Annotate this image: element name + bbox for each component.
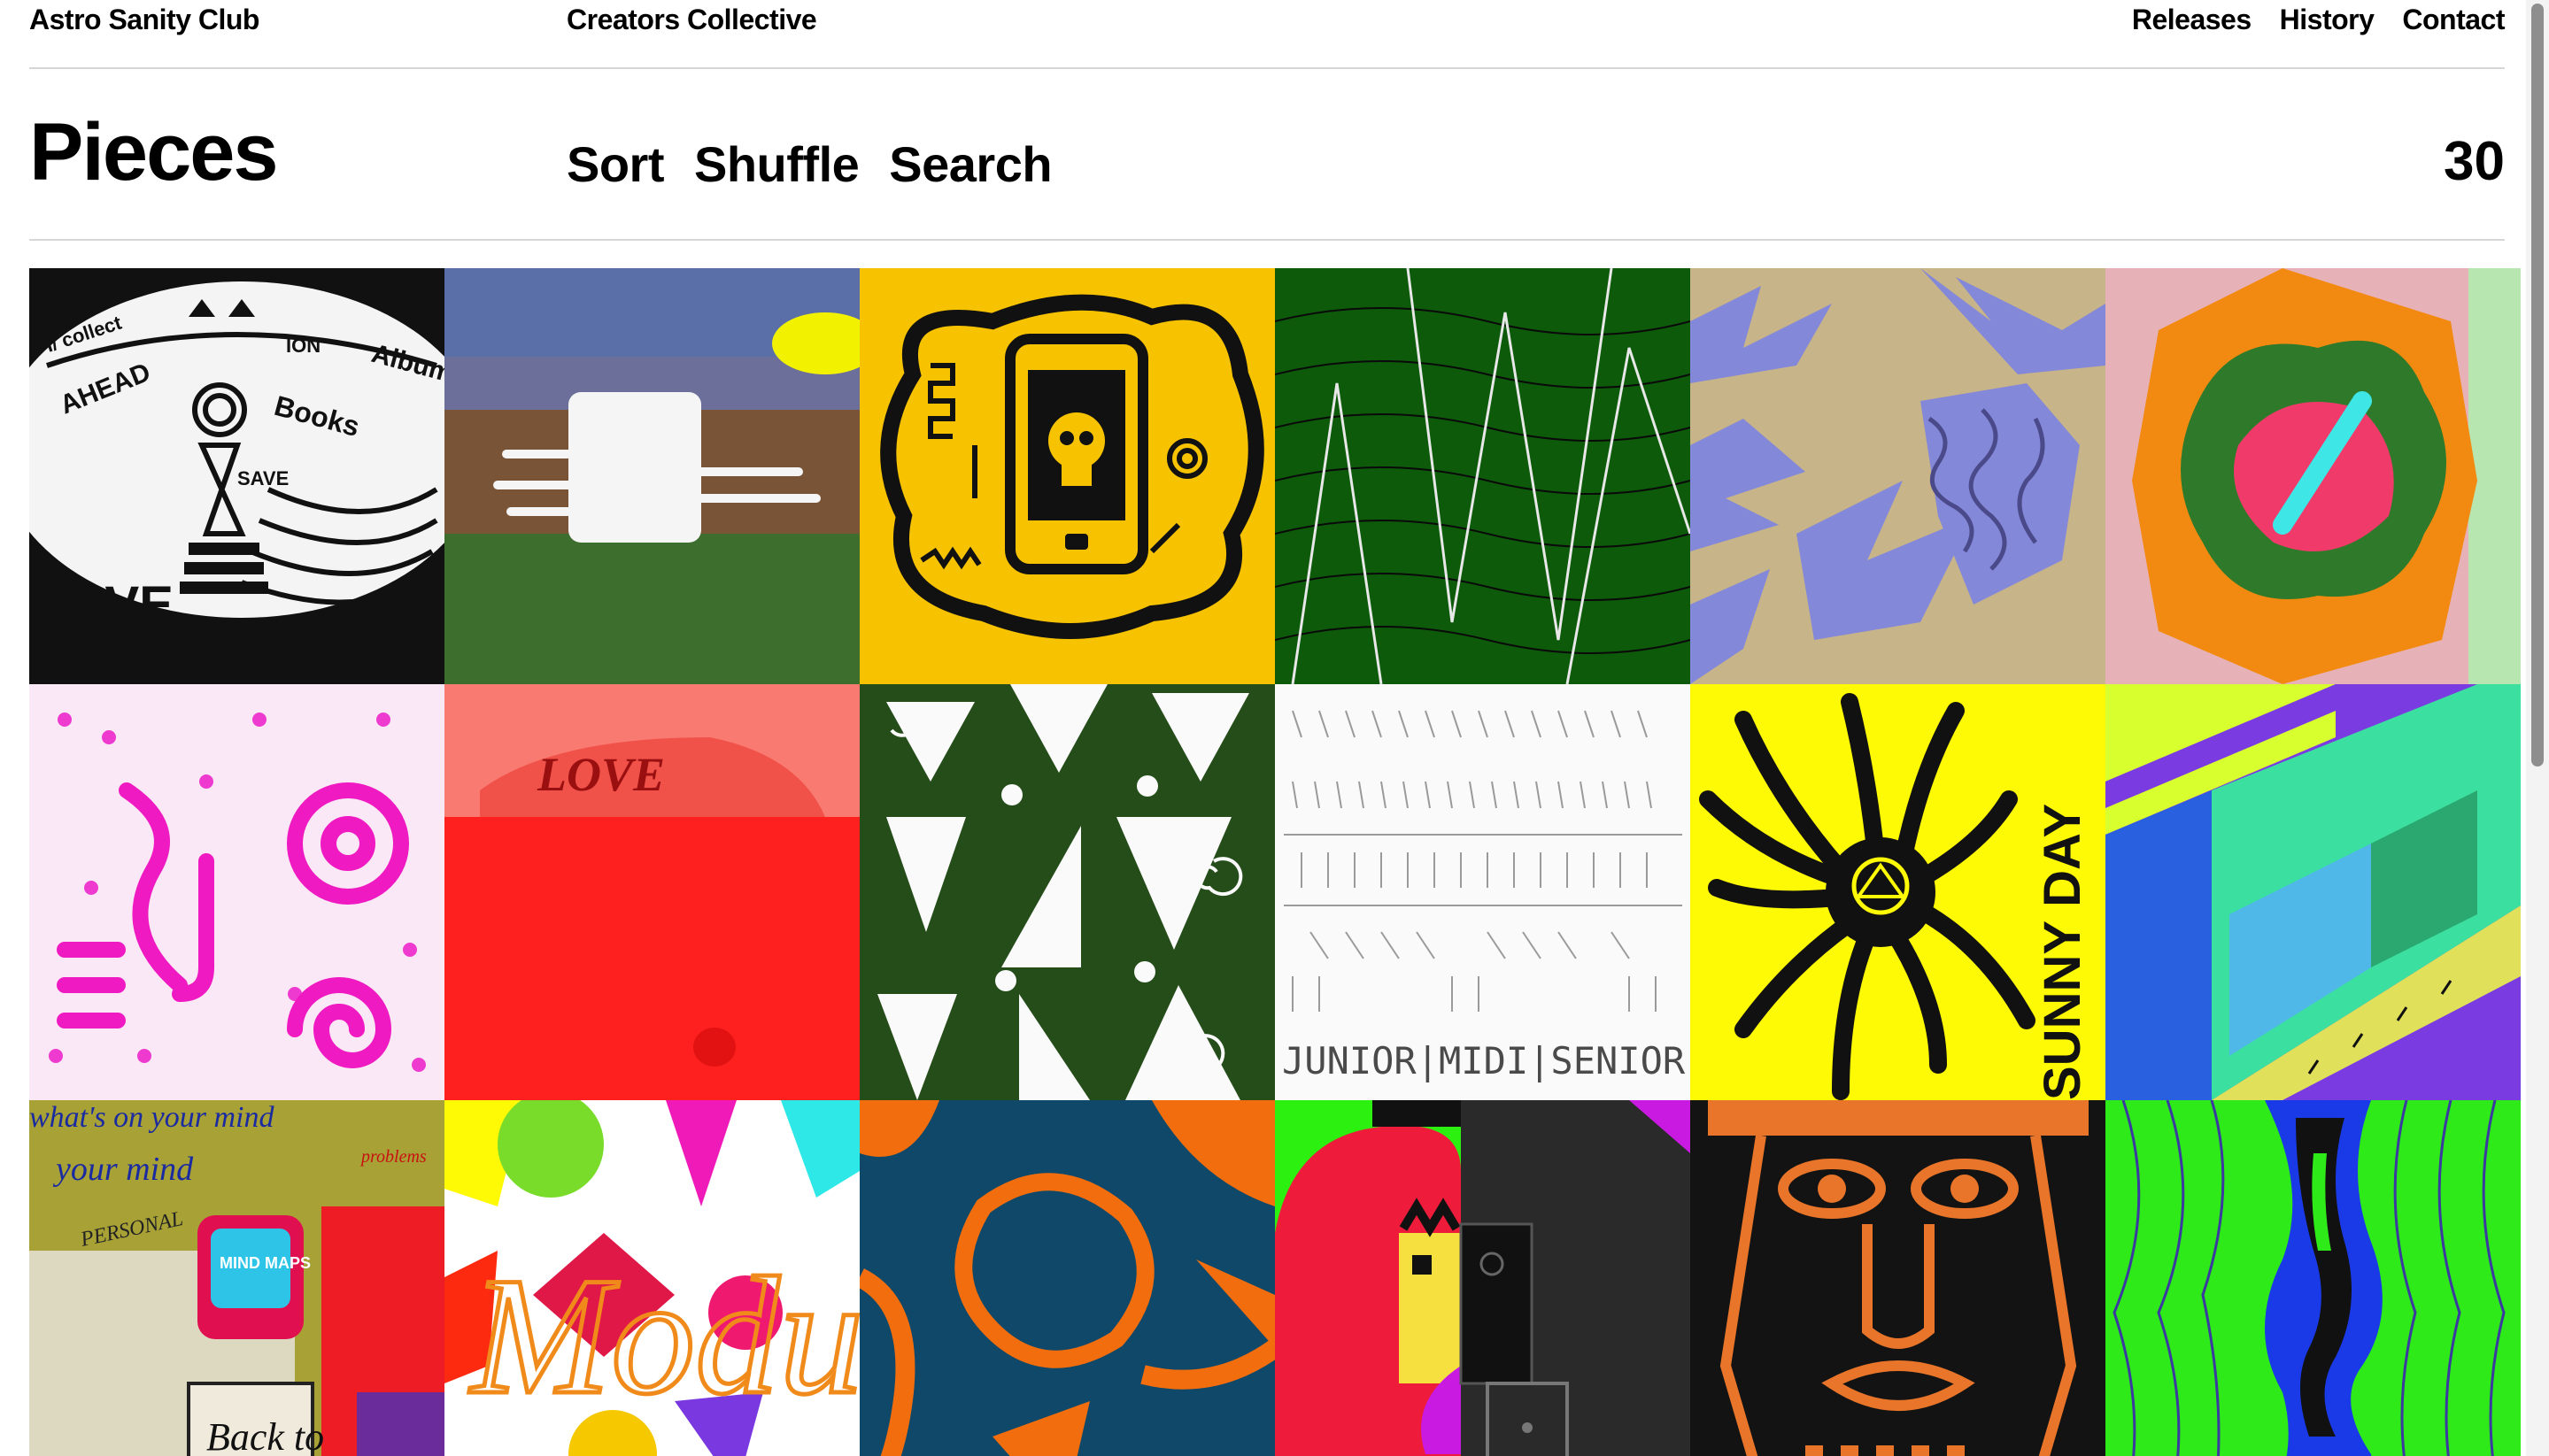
artwork-image	[1690, 1100, 2105, 1456]
sort-button[interactable]: Sort	[567, 140, 665, 189]
artwork-image	[1275, 268, 1690, 684]
piece-tile-lavender-tan-shapes[interactable]	[1690, 268, 2105, 684]
artwork-image	[29, 684, 444, 1100]
piece-tile-pink-orange-green-blob[interactable]	[2105, 268, 2521, 684]
scrollbar-thumb[interactable]	[2531, 4, 2544, 767]
nav-contact[interactable]: Contact	[2402, 4, 2505, 36]
piece-text: problems	[359, 1147, 427, 1167]
piece-text: Back to	[206, 1415, 324, 1456]
piece-text: LOVE	[34, 576, 174, 634]
piece-tile-pink-dots-spiral[interactable]	[29, 684, 444, 1100]
piece-tile-yellow-phone-skull[interactable]	[860, 268, 1275, 684]
artwork-image	[1690, 268, 2105, 684]
scrollbar[interactable]	[2526, 0, 2549, 1456]
piece-tile-orange-black-mask[interactable]	[1690, 1100, 2105, 1456]
piece-text: what's on your mind	[29, 1101, 274, 1134]
artwork-image: SUNNY DAY	[1690, 684, 2105, 1100]
nav-releases[interactable]: Releases	[2132, 4, 2252, 36]
collective-link[interactable]: Creators Collective	[567, 4, 817, 36]
piece-text: SUNNY DAY	[2034, 804, 2091, 1100]
piece-text: JUNIOR|MIDI|SENIOR	[1282, 1039, 1686, 1082]
toolbar: Sort Shuffle Search	[567, 140, 1053, 189]
artwork-image: JUNIOR|MIDI|SENIOR	[1275, 684, 1690, 1100]
piece-text: your mind	[52, 1151, 194, 1188]
artwork-image	[2105, 268, 2521, 684]
artwork-image: Modul	[444, 1100, 860, 1456]
artwork-image	[860, 268, 1275, 684]
piece-tile-green-white-triangles[interactable]	[860, 684, 1275, 1100]
pieces-header: Pieces Sort Shuffle Search 30	[29, 69, 2505, 241]
main-nav: Releases History Contact	[2132, 4, 2506, 36]
piece-text: LOVE	[537, 748, 665, 801]
piece-tile-green-blue-squiggle[interactable]	[2105, 1100, 2521, 1456]
brand-link[interactable]: Astro Sanity Club	[29, 4, 259, 36]
artwork-image	[860, 1100, 1275, 1456]
top-bar: Astro Sanity Club Creators Collective Re…	[29, 0, 2505, 69]
shuffle-button[interactable]: Shuffle	[694, 140, 860, 189]
artwork-image	[1275, 1100, 1690, 1456]
pieces-grid: I/ collect ION Albums AHEAD Books SAVE L…	[29, 268, 2521, 1456]
piece-tile-white-junior-midi-senior[interactable]: JUNIOR|MIDI|SENIOR	[1275, 684, 1690, 1100]
piece-tile-green-zigzag-lines[interactable]	[1275, 268, 1690, 684]
artwork-image: I/ collect ION Albums AHEAD Books SAVE L…	[29, 268, 444, 684]
piece-text: Modul	[468, 1244, 860, 1429]
piece-text: SAVE	[237, 467, 289, 489]
search-button[interactable]: Search	[889, 140, 1052, 189]
piece-tile-purple-green-perspective[interactable]	[2105, 684, 2521, 1100]
artwork-image	[444, 268, 860, 684]
nav-history[interactable]: History	[2280, 4, 2375, 36]
piece-tile-yellow-black-spider[interactable]: SUNNY DAY	[1690, 684, 2105, 1100]
piece-tile-hourglass-books-drawing[interactable]: I/ collect ION Albums AHEAD Books SAVE L…	[29, 268, 444, 684]
artwork-image	[860, 684, 1275, 1100]
artwork-image	[2105, 1100, 2521, 1456]
piece-tile-white-square-landscape[interactable]	[444, 268, 860, 684]
piece-text: MIND MAPS	[220, 1254, 311, 1272]
artwork-image: what's on your mind your mind PERSONAL B…	[29, 1100, 444, 1456]
page-title: Pieces	[29, 107, 279, 197]
piece-tile-red-love-car[interactable]: LOVE	[444, 684, 860, 1100]
piece-count: 30	[2444, 131, 2505, 192]
piece-tile-orange-navy-figure[interactable]	[860, 1100, 1275, 1456]
piece-tile-split-red-black-faces[interactable]	[1275, 1100, 1690, 1456]
artwork-image	[2105, 684, 2521, 1100]
piece-text: ION	[286, 335, 321, 357]
page: Astro Sanity Club Creators Collective Re…	[0, 0, 2549, 1456]
piece-tile-mind-map-collage[interactable]: what's on your mind your mind PERSONAL B…	[29, 1100, 444, 1456]
artwork-image: LOVE	[444, 684, 860, 1100]
piece-tile-colorful-shapes-module[interactable]: Modul	[444, 1100, 860, 1456]
